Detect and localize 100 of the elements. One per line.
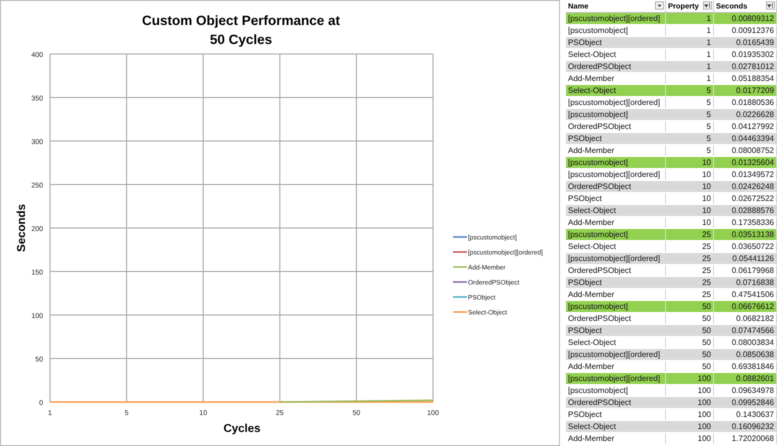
table-cell: 0.00809312 xyxy=(714,12,776,24)
table-cell: 25 xyxy=(666,228,714,240)
table-cell: 0.0882601 xyxy=(714,372,776,384)
table-cell: 0.05188354 xyxy=(714,72,776,84)
table-cell: [pscustomobject] xyxy=(566,156,666,168)
table-cell: 10 xyxy=(666,156,714,168)
table-cell: 5 xyxy=(666,84,714,96)
y-axis-title: Seconds xyxy=(16,204,28,252)
table-cell: Add-Member xyxy=(566,216,666,228)
filter-dropdown-icon[interactable] xyxy=(655,1,664,10)
table-cell: [pscustomobject][ordered] xyxy=(566,168,666,180)
table-cell: Add-Member xyxy=(566,72,666,84)
table-cell: [pscustomobject] xyxy=(566,384,666,396)
table-cell: 0.47541506 xyxy=(714,288,776,300)
table-cell: 1 xyxy=(666,60,714,72)
table-cell: 0.09634978 xyxy=(714,384,776,396)
table-cell: 0.02672522 xyxy=(714,192,776,204)
table-cell: 1 xyxy=(666,24,714,36)
table-cell: 100 xyxy=(666,372,714,384)
table-cell: 10 xyxy=(666,180,714,192)
table-cell: [pscustomobject][ordered] xyxy=(566,372,666,384)
table-cell: PSObject xyxy=(566,408,666,420)
table-cell: 5 xyxy=(666,108,714,120)
table-cell: 1 xyxy=(666,72,714,84)
table-cell: 25 xyxy=(666,264,714,276)
table-cell: OrderedPSObject xyxy=(566,264,666,276)
table-cell: 10 xyxy=(666,192,714,204)
table-cell: 0.0850638 xyxy=(714,348,776,360)
table-cell: 5 xyxy=(666,96,714,108)
table-cell: [pscustomobject] xyxy=(566,24,666,36)
table-cell: 100 xyxy=(666,384,714,396)
table-cell: 1 xyxy=(666,12,714,24)
sort-icon[interactable] xyxy=(766,1,775,10)
table-cell: 0.0165439 xyxy=(714,36,776,48)
table-cell: 1 xyxy=(666,48,714,60)
table-cell: 25 xyxy=(666,288,714,300)
table-cell: Select-Object xyxy=(566,204,666,216)
table-cell: OrderedPSObject xyxy=(566,312,666,324)
table-cell: 0.06179968 xyxy=(714,264,776,276)
table-cell: PSObject xyxy=(566,36,666,48)
table-cell: 0.69381846 xyxy=(714,360,776,372)
table-cell: 50 xyxy=(666,336,714,348)
table-cell: PSObject xyxy=(566,192,666,204)
table-cell: 100 xyxy=(666,420,714,432)
table-cell: Select-Object xyxy=(566,84,666,96)
table-cell: 0.06676612 xyxy=(714,300,776,312)
table-cell: 0.02781012 xyxy=(714,60,776,72)
table-cell: 25 xyxy=(666,240,714,252)
table-cell: 5 xyxy=(666,132,714,144)
table-cell: Select-Object xyxy=(566,420,666,432)
sort-icon[interactable] xyxy=(703,1,712,10)
table-cell: [pscustomobject][ordered] xyxy=(566,96,666,108)
table-cell: 1.72020068 xyxy=(714,432,776,444)
x-axis-title: Cycles xyxy=(223,423,261,435)
table-cell: OrderedPSObject xyxy=(566,180,666,192)
table-cell: 0.0716838 xyxy=(714,276,776,288)
table-cell: 0.09952846 xyxy=(714,396,776,408)
table-cell: 0.04127992 xyxy=(714,120,776,132)
table-cell: 0.07474566 xyxy=(714,324,776,336)
table-cell: 0.05441126 xyxy=(714,252,776,264)
table-cell: [pscustomobject] xyxy=(566,300,666,312)
table-cell: Add-Member xyxy=(566,432,666,444)
table-cell: OrderedPSObject xyxy=(566,60,666,72)
table-cell: 0.03513138 xyxy=(714,228,776,240)
table-cell: Select-Object xyxy=(566,48,666,60)
table-cell: 5 xyxy=(666,144,714,156)
table-cell: 25 xyxy=(666,252,714,264)
table-cell: 0.01349572 xyxy=(714,168,776,180)
table-cell: [pscustomobject] xyxy=(566,108,666,120)
table-cell: 0.01325604 xyxy=(714,156,776,168)
table-cell: 0.0226628 xyxy=(714,108,776,120)
table-cell: 0.0682182 xyxy=(714,312,776,324)
table-cell: [pscustomobject][ordered] xyxy=(566,12,666,24)
table-cell: PSObject xyxy=(566,132,666,144)
table-cell: 25 xyxy=(666,276,714,288)
table-cell: 0.03650722 xyxy=(714,240,776,252)
table-cell: 0.04463394 xyxy=(714,132,776,144)
table-cell: 0.02888576 xyxy=(714,204,776,216)
table-cell: Select-Object xyxy=(566,336,666,348)
table-cell: 0.1430637 xyxy=(714,408,776,420)
table-cell: 10 xyxy=(666,216,714,228)
table-cell: [pscustomobject] xyxy=(566,228,666,240)
table-cell: 50 xyxy=(666,312,714,324)
table-cell: 0.08008752 xyxy=(714,144,776,156)
table-cell: Add-Member xyxy=(566,360,666,372)
table-cell: 50 xyxy=(666,300,714,312)
table-cell: 0.16096232 xyxy=(714,420,776,432)
table-cell: 1 xyxy=(666,36,714,48)
table-cell: 5 xyxy=(666,120,714,132)
table-cell: OrderedPSObject xyxy=(566,396,666,408)
table-cell: 50 xyxy=(666,324,714,336)
table-cell: 0.08003834 xyxy=(714,336,776,348)
table-cell: 0.17358336 xyxy=(714,216,776,228)
table-cell: 0.01935302 xyxy=(714,48,776,60)
table-cell: PSObject xyxy=(566,324,666,336)
table-cell: 0.02426248 xyxy=(714,180,776,192)
table-cell: 0.01880536 xyxy=(714,96,776,108)
table-cell: [pscustomobject][ordered] xyxy=(566,252,666,264)
table-cell: Select-Object xyxy=(566,240,666,252)
table-cell: Add-Member xyxy=(566,144,666,156)
